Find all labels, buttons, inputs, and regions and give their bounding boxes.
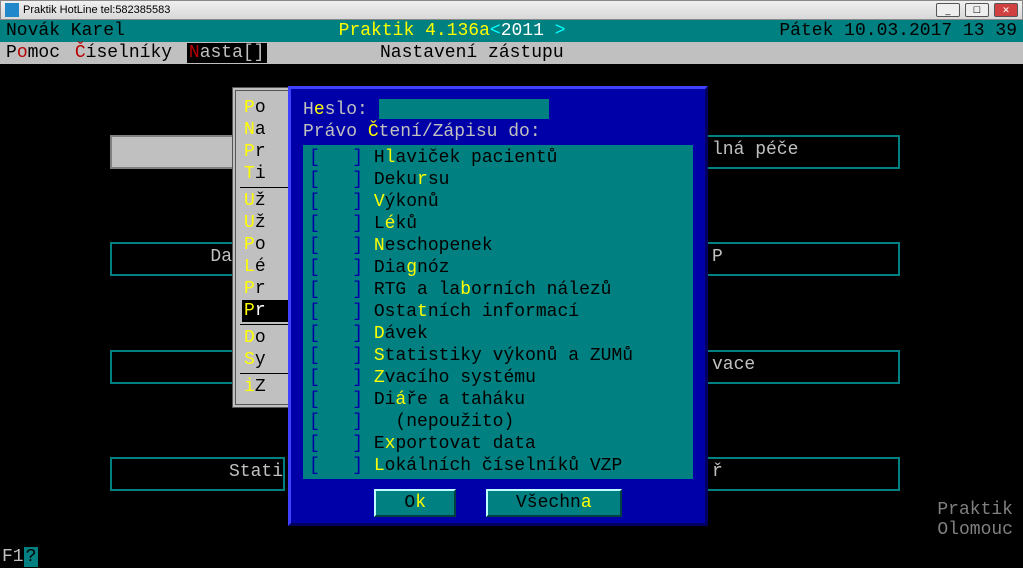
app-header: Novák Karel Praktik 4.136a<2011 > Pátek … [0, 20, 1023, 42]
menu-item[interactable]: Pomoc [6, 43, 71, 63]
close-button[interactable]: ✕ [994, 3, 1018, 17]
substitute-settings-dialog: Heslo: Právo Čtení/Zápisu do: [ ] Hlavič… [288, 86, 708, 526]
permissions-list: [ ] Hlaviček pacientů[ ] Dekursu[ ] Výko… [303, 145, 693, 479]
window-title: Praktik HotLine tel:582385583 [23, 4, 170, 16]
bg-panel [110, 135, 234, 169]
all-button[interactable]: Všechna [486, 489, 622, 517]
bg-panel: lná péče [700, 135, 900, 169]
header-app: Praktik 4.136a<2011 > [125, 20, 780, 42]
bg-panel: vace [700, 350, 900, 384]
menu-item[interactable]: Nasta[] [187, 43, 267, 63]
bg-panel [110, 350, 234, 384]
os-window-titlebar: Praktik HotLine tel:582385583 _ ☐ ✕ [0, 0, 1023, 20]
header-date: Pátek 10.03.2017 13 39 [779, 20, 1017, 42]
footer-brand: Praktik Olomouc [937, 500, 1013, 540]
permission-checkbox-row[interactable]: [ ] Léků [309, 213, 687, 235]
maximize-button[interactable]: ☐ [965, 3, 989, 17]
header-user: Novák Karel [6, 20, 125, 42]
permission-checkbox-row[interactable]: [ ] Diagnóz [309, 257, 687, 279]
bg-panel: Stati [110, 457, 285, 491]
permission-checkbox-row[interactable]: [ ] Lokálních číselníků VZP [309, 455, 687, 477]
ok-button[interactable]: Ok [374, 489, 456, 517]
permission-checkbox-row[interactable]: [ ] Dávek [309, 323, 687, 345]
permission-checkbox-row[interactable]: [ ] Dekursu [309, 169, 687, 191]
permission-checkbox-row[interactable]: [ ] Zvacího systému [309, 367, 687, 389]
menu-bar: Pomoc Číselníky Nasta[] Nastavení zástup… [0, 42, 1023, 64]
minimize-button[interactable]: _ [936, 3, 960, 17]
rights-label: Právo Čtení/Zápisu do: [303, 121, 693, 143]
dialog-buttons: Ok Všechna [303, 489, 693, 517]
permission-checkbox-row[interactable]: [ ] Exportovat data [309, 433, 687, 455]
f1-help[interactable]: F1? [0, 546, 40, 568]
password-input[interactable] [379, 99, 549, 119]
dialog-title: Nastavení zástupu [380, 42, 564, 64]
menu-item[interactable]: Číselníky [75, 43, 183, 63]
permission-checkbox-row[interactable]: [ ] Diáře a taháku [309, 389, 687, 411]
permission-checkbox-row[interactable]: [ ] RTG a laborních nálezů [309, 279, 687, 301]
permission-checkbox-row[interactable]: [ ] Neschopenek [309, 235, 687, 257]
bg-panel: ř [700, 457, 900, 491]
bg-panel: Da [110, 242, 234, 276]
permission-checkbox-row[interactable]: [ ] Statistiky výkonů a ZUMů [309, 345, 687, 367]
bg-panel: P [700, 242, 900, 276]
app-icon [5, 3, 19, 17]
permission-checkbox-row[interactable]: [ ] Ostatních informací [309, 301, 687, 323]
permission-checkbox-row[interactable]: [ ] Výkonů [309, 191, 687, 213]
window-buttons: _ ☐ ✕ [934, 3, 1018, 17]
password-row: Heslo: [303, 99, 693, 121]
help-icon: ? [24, 547, 39, 567]
permission-checkbox-row[interactable]: [ ] Hlaviček pacientů [309, 147, 687, 169]
permission-checkbox-row[interactable]: [ ] (nepoužito) [309, 411, 687, 433]
